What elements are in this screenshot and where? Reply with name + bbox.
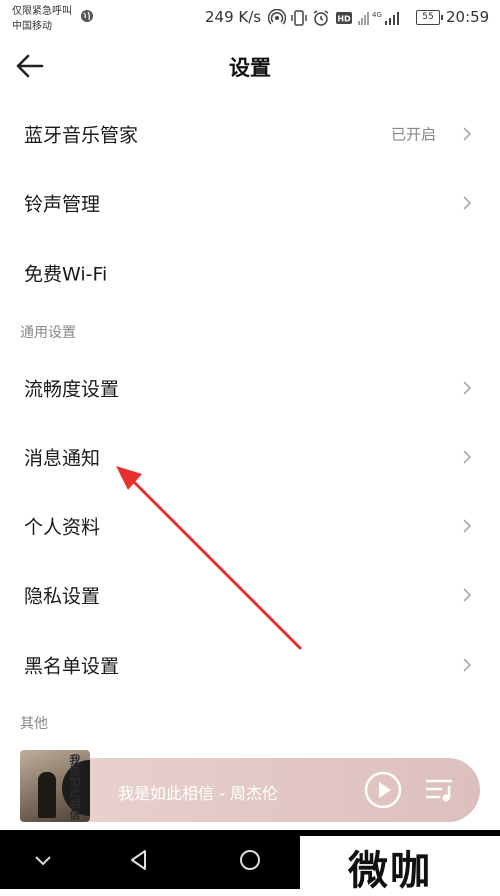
network-speed: 249 K/s xyxy=(205,8,262,26)
status-icons: HD 4G xyxy=(268,8,406,28)
status-bar: 仅限紧急呼叫 中国移动 249 K/s HD 4G 55 20:59 xyxy=(0,0,500,36)
svg-text:4G: 4G xyxy=(372,11,382,19)
row-label: 免费Wi-Fi xyxy=(24,263,108,286)
album-art-text: 我是如此相信 xyxy=(68,754,81,820)
setting-fluency[interactable]: 流畅度设置 xyxy=(0,355,500,421)
album-figure xyxy=(38,772,56,818)
row-label: 蓝牙音乐管家 xyxy=(24,124,139,147)
now-playing-title: 我是如此相信 - 周杰伦 xyxy=(118,784,278,803)
hd-icon: HD xyxy=(336,12,352,24)
row-label: 消息通知 xyxy=(24,447,101,470)
setting-profile[interactable]: 个人资料 xyxy=(0,493,500,559)
mini-player[interactable]: 我是如此相信 我是如此相信 - 周杰伦 xyxy=(20,750,480,822)
setting-ringtone[interactable]: 铃声管理 xyxy=(0,170,500,236)
row-label: 黑名单设置 xyxy=(24,655,120,678)
chevron-right-icon xyxy=(463,127,472,141)
chevron-right-icon xyxy=(463,658,472,672)
setting-free-wifi[interactable]: 免费Wi-Fi xyxy=(0,240,500,306)
nav-down-icon[interactable] xyxy=(30,847,56,873)
chevron-right-icon xyxy=(463,588,472,602)
row-label: 隐私设置 xyxy=(24,585,101,608)
page-header: 设置 xyxy=(0,36,500,98)
watermark: 微咖 xyxy=(300,836,500,894)
nav-back-icon[interactable] xyxy=(126,847,152,873)
chevron-right-icon xyxy=(463,196,472,210)
setting-notification[interactable]: 消息通知 xyxy=(0,424,500,490)
alarm-icon xyxy=(313,10,329,26)
row-label: 个人资料 xyxy=(24,516,101,539)
play-icon[interactable] xyxy=(363,770,403,810)
hotspot-icon xyxy=(268,9,286,25)
signal-icon: 4G xyxy=(358,11,399,25)
setting-privacy[interactable]: 隐私设置 xyxy=(0,562,500,628)
chevron-right-icon xyxy=(463,450,472,464)
row-label: 流畅度设置 xyxy=(24,378,120,401)
page-title: 设置 xyxy=(229,56,271,80)
playlist-icon[interactable] xyxy=(425,776,457,804)
nav-home-icon[interactable] xyxy=(237,847,263,873)
globe-icon xyxy=(81,10,93,22)
chevron-right-icon xyxy=(463,381,472,395)
vibrate-icon xyxy=(291,10,307,26)
watermark-text: 微咖 xyxy=(348,848,432,894)
svg-text:HD: HD xyxy=(337,15,351,24)
row-label: 铃声管理 xyxy=(24,193,101,216)
clock: 20:59 xyxy=(446,8,490,26)
chevron-right-icon xyxy=(463,519,472,533)
section-header-general: 通用设置 xyxy=(20,325,76,341)
carrier-line-2: 中国移动 xyxy=(12,21,52,32)
setting-bluetooth-music[interactable]: 蓝牙音乐管家 已开启 xyxy=(0,101,500,167)
row-value: 已开启 xyxy=(390,125,436,144)
album-art[interactable]: 我是如此相信 xyxy=(20,750,90,822)
battery-indicator: 55 xyxy=(416,10,443,25)
setting-blacklist[interactable]: 黑名单设置 xyxy=(0,632,500,698)
section-header-other: 其他 xyxy=(20,716,48,732)
carrier-line-1: 仅限紧急呼叫 xyxy=(12,6,72,17)
